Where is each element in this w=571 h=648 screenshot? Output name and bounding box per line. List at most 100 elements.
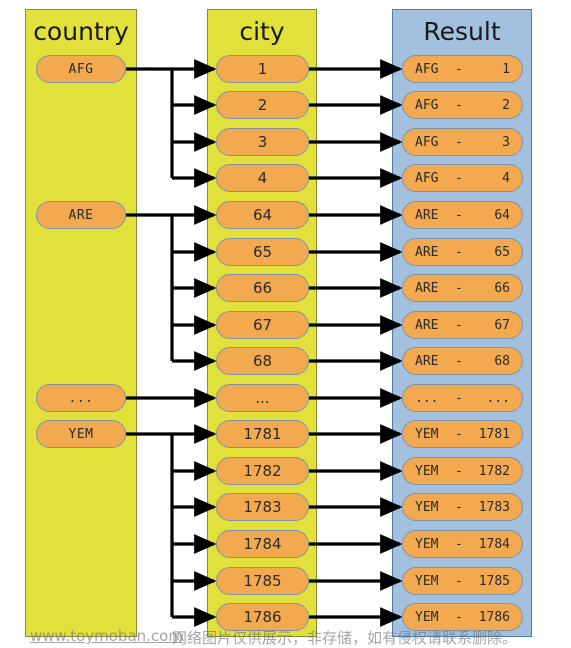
result-node[interactable]: YEM -1781 <box>402 420 523 448</box>
watermark-notice: 网络图片仅供展示，非存储，如有侵权请联系删除。 <box>172 629 518 647</box>
result-city-id: 1 <box>502 61 510 77</box>
city-node[interactable]: 1785 <box>216 567 309 595</box>
result-city-id: 1782 <box>478 463 510 479</box>
result-separator: - <box>455 317 463 333</box>
country-node-label: AFG <box>68 61 94 77</box>
result-country-code: YEM <box>415 426 439 442</box>
city-node[interactable]: 3 <box>216 128 309 156</box>
city-node[interactable]: 68 <box>216 347 309 375</box>
result-country-code: ARE <box>415 317 439 333</box>
city-node-label: 1782 <box>243 462 282 480</box>
result-country-code: YEM <box>415 536 439 552</box>
result-city-id: 1786 <box>478 609 510 625</box>
result-city-id: 65 <box>494 244 510 260</box>
city-node-label: 66 <box>252 279 273 297</box>
result-country-code: AFG <box>415 134 439 150</box>
result-node[interactable]: AFG - 4 <box>402 164 523 192</box>
city-node[interactable]: 1781 <box>216 420 309 448</box>
city-node[interactable]: 67 <box>216 311 309 339</box>
result-separator: - <box>455 134 463 150</box>
city-node-label: 65 <box>252 243 273 261</box>
result-separator: - <box>455 499 463 515</box>
city-node-label: 1785 <box>243 572 282 590</box>
result-node[interactable]: ... -... <box>402 384 523 412</box>
result-city-id: 4 <box>502 170 510 186</box>
city-node-label: 1784 <box>243 535 282 553</box>
city-node-label: 4 <box>257 169 268 187</box>
result-separator: - <box>455 573 463 589</box>
result-city-id: 1781 <box>478 426 510 442</box>
result-country-code: YEM <box>415 609 439 625</box>
result-country-code: ARE <box>415 280 439 296</box>
result-node[interactable]: ARE - 64 <box>402 201 523 229</box>
city-node-label: 1 <box>257 60 268 78</box>
diagram-canvas: country city Result AFG ARE... YEM 1 2 3 4 64 6… <box>0 0 571 648</box>
city-node[interactable]: 1 <box>216 55 309 83</box>
result-separator: - <box>455 390 463 406</box>
result-city-id: 68 <box>494 353 510 369</box>
column-country: country <box>25 9 137 637</box>
result-node[interactable]: ARE - 66 <box>402 274 523 302</box>
city-node-label: 3 <box>257 133 268 151</box>
result-country-code: YEM <box>415 499 439 515</box>
city-node[interactable]: 1783 <box>216 493 309 521</box>
city-node-label: ... <box>255 389 270 407</box>
result-separator: - <box>455 244 463 260</box>
result-separator: - <box>455 609 463 625</box>
city-node[interactable]: 66 <box>216 274 309 302</box>
result-node[interactable]: YEM -1784 <box>402 530 523 558</box>
result-separator: - <box>455 426 463 442</box>
result-node[interactable]: YEM -1785 <box>402 567 523 595</box>
result-city-id: 3 <box>502 134 510 150</box>
city-node-label: 2 <box>257 96 268 114</box>
city-node[interactable]: 4 <box>216 164 309 192</box>
result-country-code: ... <box>415 390 439 406</box>
result-country-code: ARE <box>415 207 439 223</box>
result-country-code: AFG <box>415 97 439 113</box>
result-separator: - <box>455 280 463 296</box>
column-country-title: country <box>33 17 129 46</box>
result-node[interactable]: AFG - 1 <box>402 55 523 83</box>
city-node-label: 68 <box>252 352 273 370</box>
result-separator: - <box>455 61 463 77</box>
city-node[interactable]: ... <box>216 384 309 412</box>
city-node-label: 1786 <box>243 608 282 626</box>
city-node-label: 64 <box>252 206 273 224</box>
result-node[interactable]: AFG - 3 <box>402 128 523 156</box>
country-node[interactable]: ... <box>36 384 126 412</box>
result-country-code: YEM <box>415 573 439 589</box>
country-node[interactable]: ARE <box>36 201 126 229</box>
country-node-label: YEM <box>68 426 94 442</box>
result-separator: - <box>455 170 463 186</box>
city-node[interactable]: 2 <box>216 91 309 119</box>
city-node-label: 1783 <box>243 498 282 516</box>
result-city-id: 1784 <box>478 536 510 552</box>
result-city-id: 1783 <box>478 499 510 515</box>
city-node[interactable]: 1782 <box>216 457 309 485</box>
result-separator: - <box>455 207 463 223</box>
country-node[interactable]: YEM <box>36 420 126 448</box>
result-separator: - <box>455 97 463 113</box>
result-separator: - <box>455 463 463 479</box>
city-node-label: 1781 <box>243 425 282 443</box>
country-node-label: ... <box>68 390 94 406</box>
result-node[interactable]: YEM -1783 <box>402 493 523 521</box>
result-city-id: 2 <box>502 97 510 113</box>
result-city-id: 64 <box>494 207 510 223</box>
result-city-id: 66 <box>494 280 510 296</box>
city-node[interactable]: 65 <box>216 238 309 266</box>
result-country-code: AFG <box>415 170 439 186</box>
column-city-title: city <box>239 17 285 46</box>
city-node[interactable]: 1784 <box>216 530 309 558</box>
result-node[interactable]: ARE - 65 <box>402 238 523 266</box>
result-country-code: AFG <box>415 61 439 77</box>
city-node[interactable]: 64 <box>216 201 309 229</box>
result-node[interactable]: ARE - 67 <box>402 311 523 339</box>
result-node[interactable]: YEM -1782 <box>402 457 523 485</box>
result-city-id: 67 <box>494 317 510 333</box>
result-node[interactable]: AFG - 2 <box>402 91 523 119</box>
result-country-code: ARE <box>415 244 439 260</box>
country-node[interactable]: AFG <box>36 55 126 83</box>
result-node[interactable]: ARE - 68 <box>402 347 523 375</box>
result-country-code: YEM <box>415 463 439 479</box>
